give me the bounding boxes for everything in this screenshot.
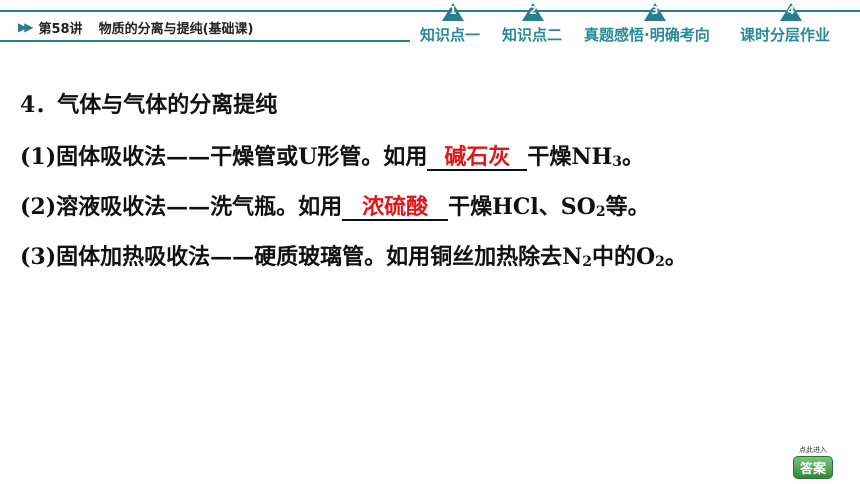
section-heading: 4．气体与气体的分离提纯 <box>20 92 278 118</box>
header-left-rule <box>0 40 410 42</box>
line-text: (3)固体加热吸收法——硬质玻璃管。如用铜丝加热除去N <box>20 244 583 270</box>
subscript: 2 <box>582 254 592 270</box>
answer-hint: 点此进入 <box>799 446 827 454</box>
nav-tab-number: 3 <box>651 4 659 17</box>
nav-tab-label: 课时分层作业 <box>740 26 831 44</box>
line-text: 。 <box>664 244 687 270</box>
lesson-title-bar: ▶▶ 第58讲 物质的分离与提纯(基础课) <box>18 18 254 37</box>
line-text: (1)固体吸收法——干燥管或U形管。如用 <box>20 144 428 170</box>
line-text: 中的O <box>592 244 656 270</box>
line-text: 。 <box>621 144 644 170</box>
nav-tab-label: 知识点一 <box>420 26 481 44</box>
double-arrow-icon: ▶▶ <box>18 20 34 34</box>
nav-tab-label: 知识点二 <box>502 26 563 44</box>
method-line-1: (1)固体吸收法——干燥管或U形管。如用 碱石灰 干燥NH3。 <box>20 144 850 171</box>
method-line-2: (2)溶液吸收法——洗气瓶。如用 浓硫酸 干燥HCl、SO2等。 <box>20 194 850 221</box>
method-line-3: (3)固体加热吸收法——硬质玻璃管。如用铜丝加热除去N2中的O2。 <box>20 244 850 270</box>
show-answer-button[interactable]: 点此进入 答案 <box>788 446 838 479</box>
nav-tab-label: 真题感悟·明确考向 <box>584 26 710 44</box>
answer-blank: 碱石灰 <box>427 145 528 171</box>
subscript: 2 <box>655 254 665 270</box>
nav-tab-number: 2 <box>529 4 537 17</box>
header-bar: ▶▶ 第58讲 物质的分离与提纯(基础课) 1 知识点一 2 知识点二 3 真题… <box>0 0 860 48</box>
line-text: 干燥HCl、SO <box>448 194 596 220</box>
lesson-title: 物质的分离与提纯(基础课) <box>98 21 254 37</box>
answer-blank: 浓硫酸 <box>342 195 449 221</box>
answer-label: 答案 <box>792 456 833 479</box>
subscript: 2 <box>595 204 606 220</box>
header-top-rule <box>0 10 860 12</box>
content-area: 4．气体与气体的分离提纯 (1)固体吸收法——干燥管或U形管。如用 碱石灰 干燥NH… <box>20 92 850 294</box>
line-text: 等。 <box>605 194 650 220</box>
subscript: 3 <box>612 154 622 170</box>
line-text: 干燥NH <box>527 144 613 170</box>
nav-tab-number: 1 <box>449 4 457 17</box>
nav-tab-number: 4 <box>787 4 795 17</box>
line-text: (2)溶液吸收法——洗气瓶。如用 <box>20 194 343 220</box>
lesson-number: 第58讲 <box>38 21 83 37</box>
